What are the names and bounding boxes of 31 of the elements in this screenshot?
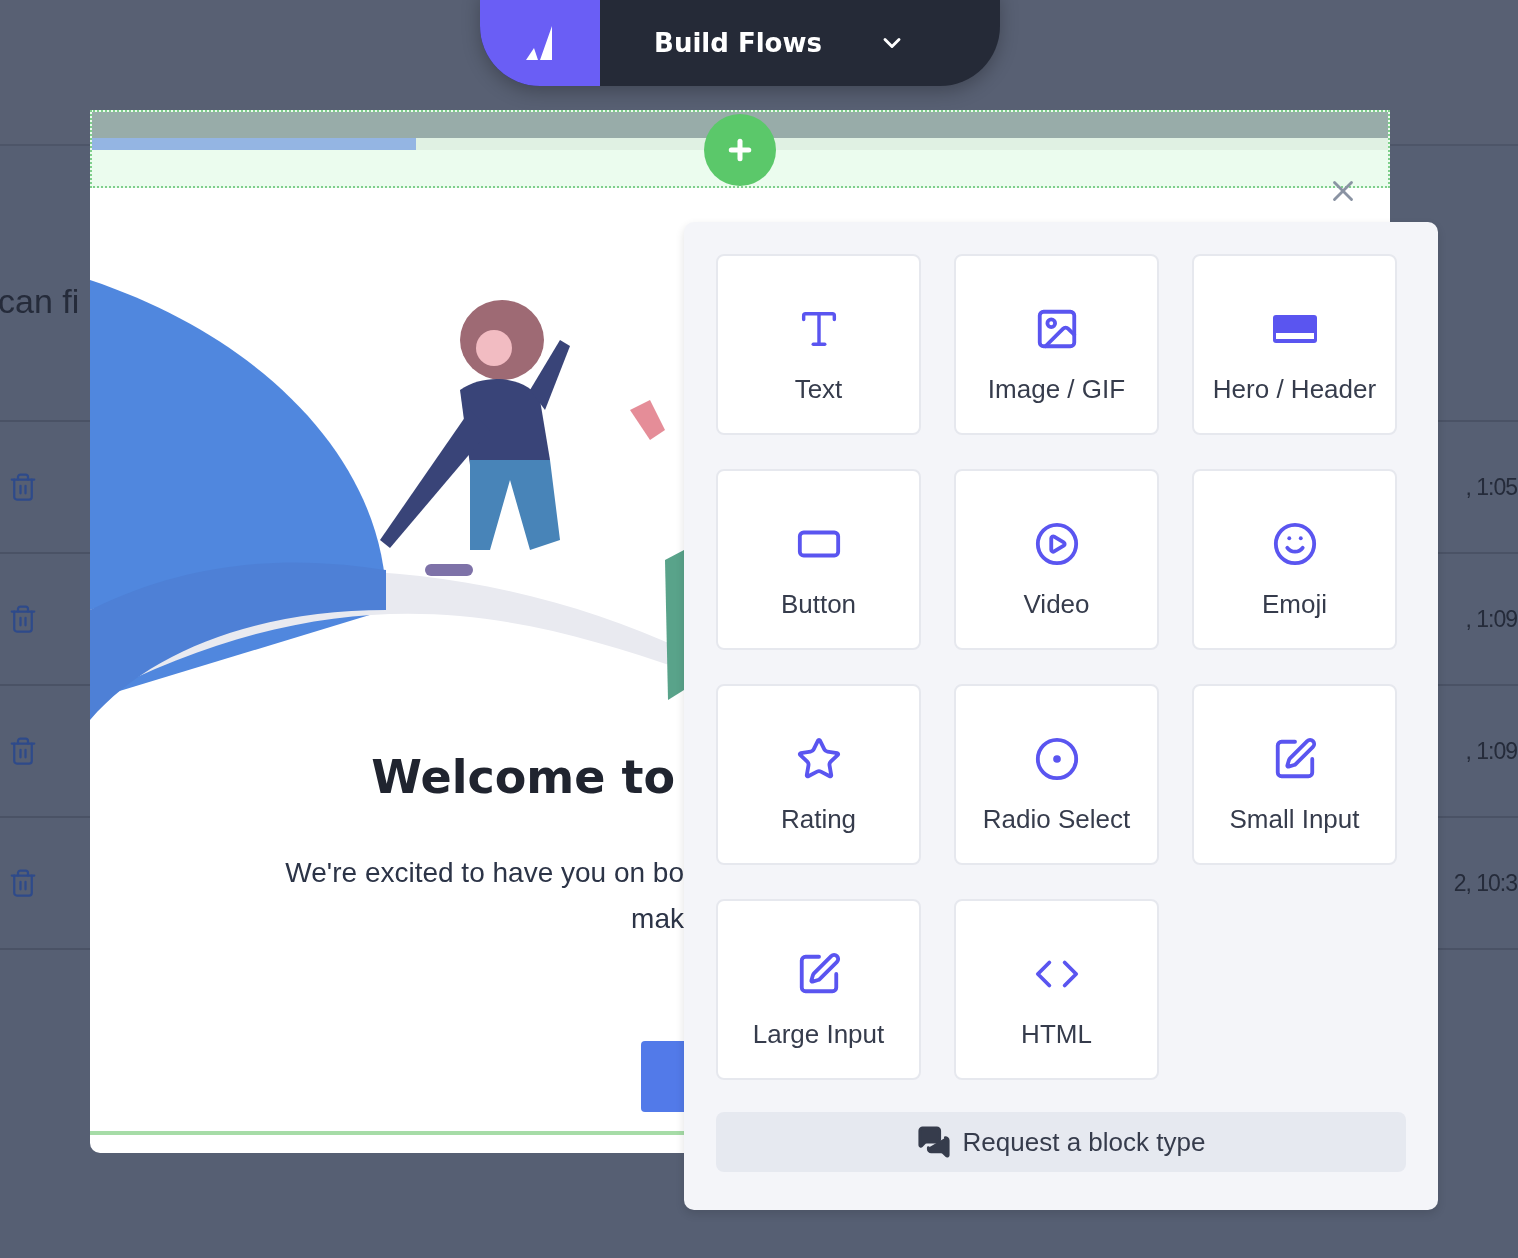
row-time: , 1:09 <box>1465 737 1517 765</box>
radio-icon <box>1033 736 1080 782</box>
block-type-button[interactable]: Button <box>716 469 921 650</box>
smiley-icon <box>1271 521 1318 567</box>
welcome-heading: Welcome to <box>371 750 675 804</box>
trash-icon[interactable] <box>8 736 38 766</box>
block-type-button[interactable]: Small Input <box>1192 684 1397 865</box>
request-block-button[interactable]: Request a block type <box>716 1112 1406 1172</box>
block-type-button[interactable]: Radio Select <box>954 684 1159 865</box>
logo-icon <box>526 26 554 60</box>
block-type-button[interactable]: HTML <box>954 899 1159 1080</box>
cta-button[interactable] <box>641 1041 684 1112</box>
block-type-button[interactable]: Video <box>954 469 1159 650</box>
flow-menu-button[interactable]: Build Flows <box>600 0 1000 86</box>
block-type-button[interactable]: Rating <box>716 684 921 865</box>
trash-icon[interactable] <box>8 604 38 634</box>
block-type-button[interactable]: Emoji <box>1192 469 1397 650</box>
block-type-button[interactable]: Text <box>716 254 921 435</box>
intro-text: can fi <box>0 284 80 318</box>
chat-icon <box>916 1125 951 1159</box>
block-type-button[interactable]: Image / GIF <box>954 254 1159 435</box>
row-time: , 1:09 <box>1465 605 1517 633</box>
welcome-text: We're excited to have you on bo mak <box>285 856 684 936</box>
banner-icon <box>1272 315 1317 343</box>
row-time: 2, 10:3 <box>1453 869 1517 897</box>
play-icon <box>1033 521 1080 567</box>
trash-icon[interactable] <box>8 472 38 502</box>
block-type-button[interactable]: Large Input <box>716 899 921 1080</box>
trash-icon[interactable] <box>8 868 38 898</box>
block-type-button[interactable]: Hero / Header <box>1192 254 1397 435</box>
row-time: , 1:05 <box>1465 473 1517 501</box>
